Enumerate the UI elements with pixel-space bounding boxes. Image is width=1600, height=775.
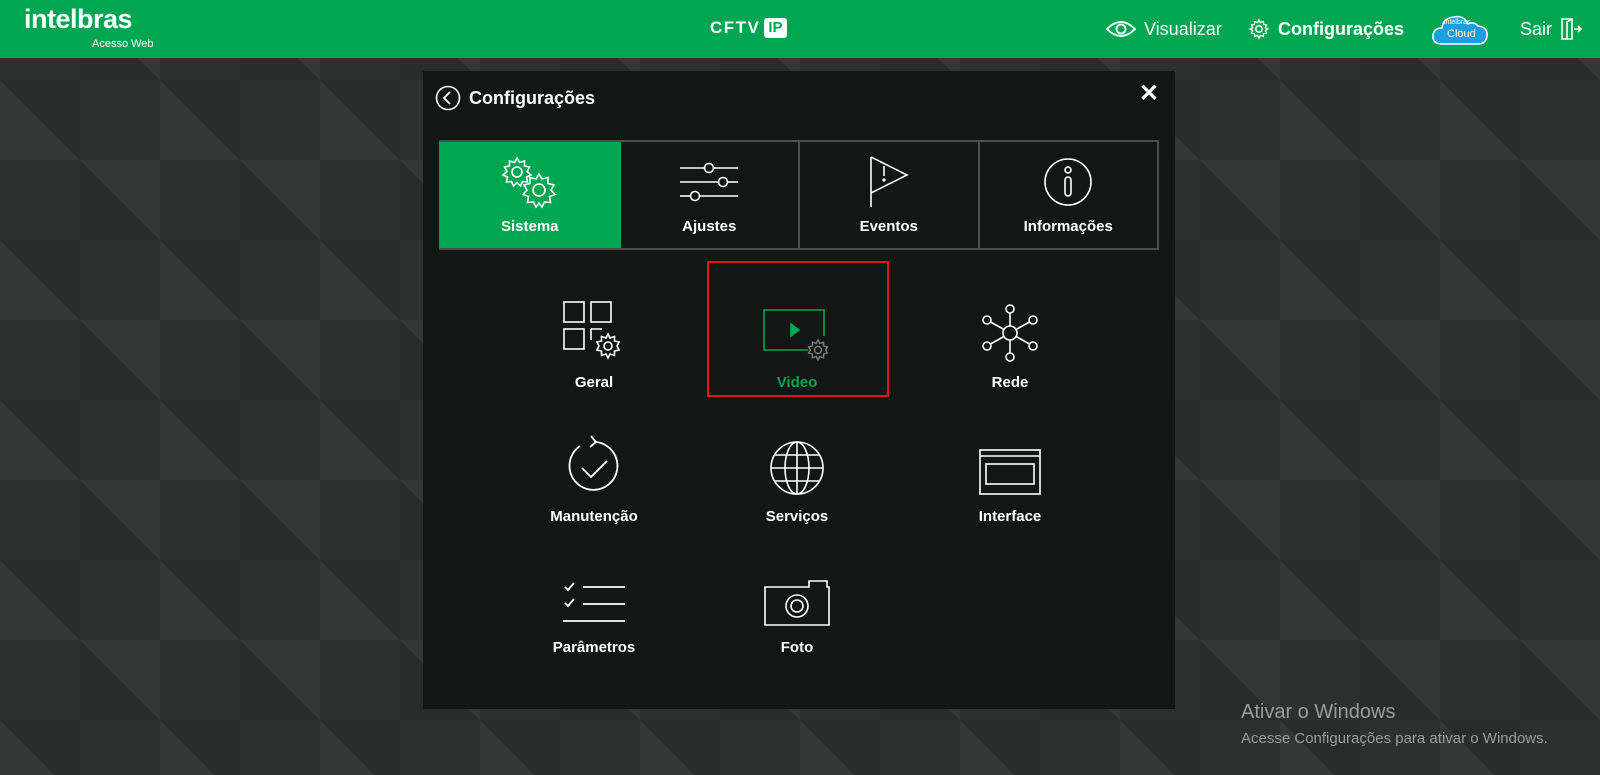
menu-item-interface[interactable]: Interface (920, 416, 1100, 536)
globe-icon (770, 441, 824, 495)
menu-item-parametros[interactable]: Parâmetros (504, 547, 684, 667)
tab-ajustes-label: Ajustes (682, 218, 737, 235)
eye-icon (1106, 21, 1136, 37)
video-settings-icon (763, 309, 829, 362)
configuracoes-dialog: Configurações ✕ Sistema Ajustes Eventos … (423, 71, 1175, 709)
windows-activation-watermark: Ativar o Windows Acesse Configurações pa… (1241, 701, 1548, 747)
tab-eventos-label: Eventos (859, 218, 918, 235)
tab-informacoes[interactable]: Informações (980, 142, 1159, 248)
intelbras-logo[interactable]: intelbras Acesso Web (24, 4, 164, 52)
gears-icon (501, 156, 557, 209)
menu-item-manutencao[interactable]: Manutenção (504, 416, 684, 536)
menu-item-rede-label: Rede (991, 374, 1029, 391)
logout-button[interactable]: Sair (1520, 0, 1590, 58)
top-bar: intelbras Acesso Web CFTV IP Visualizar … (0, 0, 1600, 58)
tab-sistema[interactable]: Sistema (439, 142, 621, 248)
grid-gear-icon (563, 301, 621, 360)
nav-configuracoes[interactable]: Configurações (1248, 0, 1404, 58)
dialog-header: Configurações (435, 85, 595, 111)
menu-item-servicos-label: Serviços (765, 508, 829, 525)
product-logo: CFTV IP (710, 15, 787, 41)
tab-eventos[interactable]: Eventos (800, 142, 980, 248)
menu-item-rede[interactable]: Rede (920, 282, 1100, 402)
watermark-subtitle: Acesse Configurações para ativar o Windo… (1241, 730, 1548, 747)
restore-check-icon (568, 435, 619, 491)
menu-item-parametros-label: Parâmetros (552, 639, 636, 656)
gear-icon (1248, 18, 1270, 40)
logout-label: Sair (1520, 18, 1553, 39)
intelbras-cloud-button[interactable]: intelbras Cloud (1430, 0, 1490, 58)
menu-item-foto-label: Foto (780, 639, 814, 656)
logo-text: intelbras (24, 4, 133, 34)
tab-ajustes[interactable]: Ajustes (621, 142, 800, 248)
watermark-title: Ativar o Windows (1241, 701, 1396, 723)
window-icon (979, 449, 1041, 495)
menu-item-video[interactable]: Video (707, 282, 887, 402)
settings-tabs: Sistema Ajustes Eventos Informações (439, 140, 1159, 250)
menu-item-geral[interactable]: Geral (504, 282, 684, 402)
dialog-title: Configurações (469, 87, 596, 108)
cloud-brand: intelbras (1444, 19, 1471, 26)
logo-subtitle: Acesso Web (92, 38, 154, 50)
nav-configuracoes-label: Configurações (1278, 18, 1405, 39)
product-name: CFTV (710, 18, 761, 37)
menu-item-foto[interactable]: Foto (707, 547, 887, 667)
camera-icon (764, 580, 830, 626)
flag-icon (869, 156, 909, 207)
menu-item-manutencao-label: Manutenção (550, 508, 638, 525)
network-icon (982, 304, 1038, 362)
back-arrow-icon[interactable] (435, 85, 461, 111)
info-icon (1044, 158, 1093, 206)
logout-icon (1561, 18, 1583, 40)
cloud-label: Cloud (1447, 28, 1476, 40)
tab-informacoes-label: Informações (1023, 218, 1113, 235)
product-badge: IP (764, 18, 787, 38)
close-icon[interactable]: ✕ (1139, 79, 1159, 108)
menu-item-geral-label: Geral (574, 374, 614, 391)
nav-visualizar[interactable]: Visualizar (1106, 0, 1222, 58)
cloud-icon: intelbras Cloud (1430, 12, 1490, 46)
checklist-icon (563, 582, 625, 622)
menu-item-interface-label: Interface (978, 508, 1042, 525)
sliders-icon (680, 162, 739, 202)
tab-sistema-label: Sistema (500, 218, 559, 235)
menu-item-video-label: Video (776, 374, 818, 391)
menu-item-servicos[interactable]: Serviços (707, 416, 887, 536)
nav-visualizar-label: Visualizar (1144, 18, 1222, 39)
